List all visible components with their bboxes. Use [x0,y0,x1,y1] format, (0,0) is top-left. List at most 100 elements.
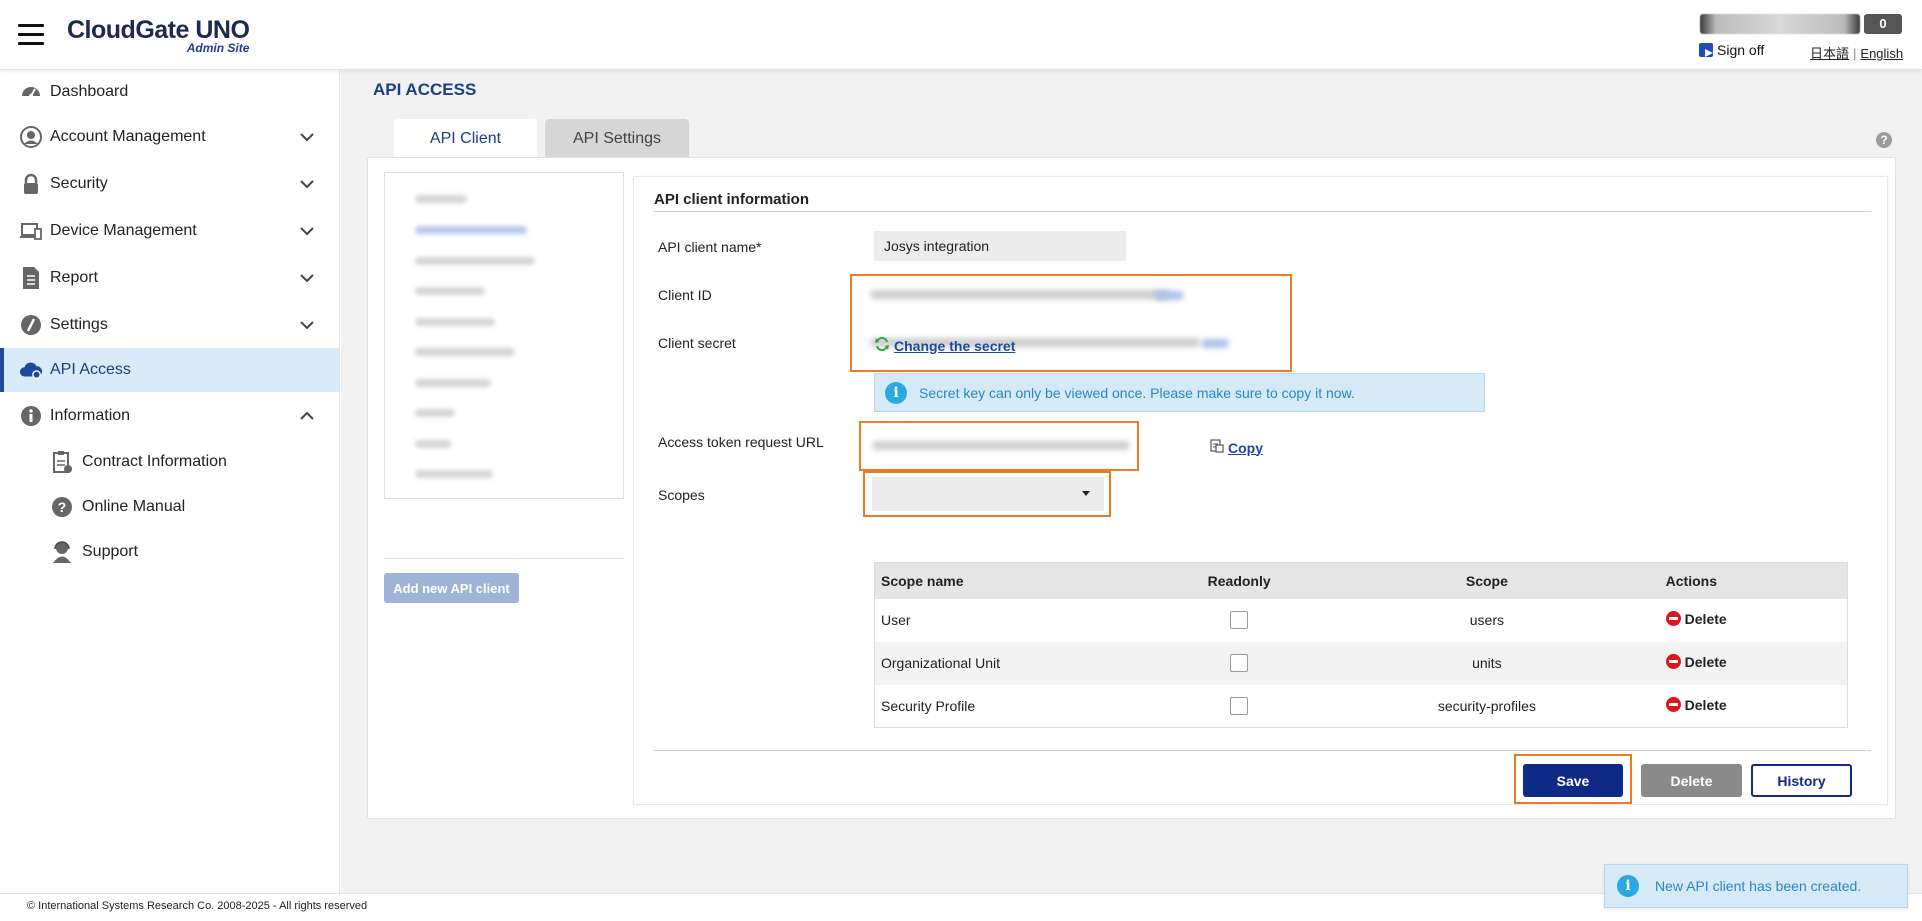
secret-notice: i Secret key can only be viewed once. Pl… [874,373,1485,412]
sidebar-item-dashboard[interactable]: Dashboard [0,70,340,114]
list-divider [384,558,624,559]
scopes-dropdown[interactable] [872,477,1104,511]
sidebar-item-settings[interactable]: Settings [0,303,340,347]
sidebar-subitem-label: Contract Information [82,453,227,470]
top-header: CloudGate UNO Admin Site 0 Sign off 日本語 |… [0,0,1922,70]
sidebar-item-label: Account Management [50,128,206,145]
chevron-down-icon[interactable] [298,175,316,193]
list-item[interactable] [415,226,527,234]
sidebar-item-label: Security [50,175,108,192]
question-icon: ? [50,495,74,519]
list-item[interactable] [415,257,535,265]
toast-notification[interactable]: i New API client has been created. [1604,864,1908,908]
api-client-panel: Add new API client API client informatio… [367,157,1896,819]
chevron-down-icon[interactable] [298,269,316,287]
sidebar-item-online-manual[interactable]: ? Online Manual [0,487,340,527]
readonly-checkbox[interactable] [1230,696,1249,715]
readonly-checkbox[interactable] [1230,611,1249,630]
sidebar-item-security[interactable]: Security [0,162,340,206]
api-client-name-label: API client name* [658,239,762,255]
sign-off-link[interactable]: Sign off [1699,42,1764,58]
history-button[interactable]: History [1751,764,1852,797]
lang-english-link[interactable]: English [1860,46,1903,61]
actions-cell: Delete [1661,641,1848,685]
sidebar-item-account-management[interactable]: Account Management [0,115,340,159]
chevron-down-icon[interactable] [298,316,316,334]
main-content: API ACCESS API Client API Settings ? Add… [341,70,1922,893]
table-row: Organizational Unit units Delete [874,641,1848,685]
client-secret-copy-redacted[interactable] [1201,339,1229,348]
chevron-down-icon[interactable] [298,222,316,240]
user-circle-icon [19,125,43,149]
list-item[interactable] [415,440,451,448]
clipboard-icon [50,450,74,474]
chevron-up-icon[interactable] [298,407,316,425]
list-item[interactable] [415,379,491,387]
actions-cell: Delete [1662,685,1848,728]
lang-japanese-link[interactable]: 日本語 [1810,46,1849,61]
add-api-client-button[interactable]: Add new API client [384,573,519,603]
actions-cell: Delete [1662,599,1848,642]
language-switcher: 日本語 | English [1810,43,1903,62]
sidebar-item-report[interactable]: Report [0,256,340,300]
sidebar: Dashboard Account Management Security De… [0,70,340,893]
readonly-cell [1166,599,1312,642]
client-id-copy-redacted[interactable] [1154,291,1184,300]
copy-url-link[interactable]: Copy [1210,439,1263,456]
column-header: Actions [1661,562,1848,599]
scope-cell: users [1469,612,1504,628]
user-badge[interactable]: 0 [1700,14,1902,34]
scope-name-cell: User [881,612,911,628]
column-header: Scope [1312,562,1662,599]
minus-circle-icon [1665,697,1681,712]
change-secret-link[interactable]: Change the secret [875,336,1016,354]
chevron-down-icon[interactable] [298,128,316,146]
access-token-url-label: Access token request URL [658,434,824,450]
info-icon: i [1617,875,1639,897]
menu-icon[interactable] [18,24,44,46]
list-item[interactable] [415,287,485,295]
delete-scope-button[interactable]: Delete [1665,611,1727,627]
api-client-list [384,172,624,499]
divider [654,750,1871,751]
app-logo[interactable]: CloudGate UNO Admin Site [67,16,250,55]
sidebar-item-label: Settings [50,316,108,333]
sidebar-item-label: Report [50,269,99,286]
help-icon[interactable]: ? [1876,132,1892,148]
column-header: Readonly [1166,562,1313,599]
list-item[interactable] [415,470,493,478]
toast-message: New API client has been created. [1655,878,1862,894]
lang-separator: | [1853,46,1857,61]
save-button[interactable]: Save [1523,764,1623,797]
sidebar-item-support[interactable]: Support [0,532,340,572]
delete-scope-button[interactable]: Delete [1665,696,1727,713]
logo-main-text: CloudGate UNO [67,16,250,44]
list-item[interactable] [415,195,467,203]
api-client-info-card: API client information API client name* … [633,176,1888,805]
list-item[interactable] [415,348,515,356]
delete-button[interactable]: Delete [1641,764,1742,797]
sidebar-item-label: Device Management [50,222,197,239]
minus-circle-icon [1665,654,1681,670]
scope-table: Scope name Readonly Scope Actions User u… [874,562,1848,728]
tab-api-client[interactable]: API Client [394,119,537,159]
notification-count: 0 [1864,14,1902,34]
table-header-row: Scope name Readonly Scope Actions [874,562,1848,599]
sidebar-item-label: Information [50,407,131,424]
delete-scope-button[interactable]: Delete [1665,654,1727,670]
change-secret-label: Change the secret [894,337,1016,354]
user-name-redacted [1700,14,1860,34]
sidebar-item-information[interactable]: Information [0,394,340,438]
list-item[interactable] [415,318,495,326]
sidebar-subitem-label: Support [82,543,139,560]
tab-api-settings[interactable]: API Settings [545,119,689,159]
sidebar-item-device-management[interactable]: Device Management [0,209,340,253]
readonly-checkbox[interactable] [1230,654,1249,673]
list-item[interactable] [415,409,455,417]
gauge-icon [19,80,43,104]
api-client-name-input[interactable] [874,231,1126,261]
delete-label: Delete [1684,696,1727,713]
sidebar-item-contract-information[interactable]: Contract Information [0,442,340,482]
sidebar-item-api-access[interactable]: API Access [0,348,340,392]
readonly-cell [1166,641,1313,685]
